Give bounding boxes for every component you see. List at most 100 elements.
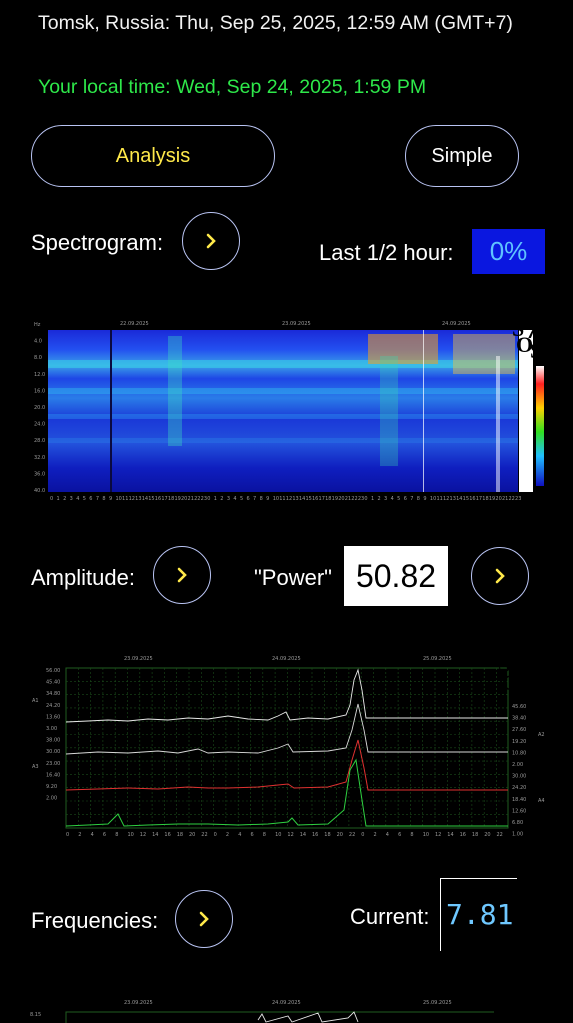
axis-tick-label: 8 bbox=[102, 496, 105, 502]
axis-tick-label: 10 bbox=[128, 832, 134, 838]
axis-tick-label: 14 bbox=[300, 832, 306, 838]
axis-tick-label: 0 bbox=[214, 832, 217, 838]
axis-tick-label: Hz bbox=[34, 322, 41, 328]
logo-number: 70 bbox=[516, 654, 538, 679]
amp-date-3: 25.09.2025 bbox=[423, 656, 452, 662]
axis-tick-label: 16 bbox=[312, 496, 318, 502]
last-half-hour-value: 0% bbox=[472, 229, 545, 274]
axis-tick-label: 12.0 bbox=[34, 372, 45, 378]
axis-tick-label: 8 bbox=[410, 832, 413, 838]
frequencies-chart: 23.09.2025 24.09.2025 25.09.2025 8.15 S … bbox=[28, 994, 548, 1023]
axis-tick-label: 1 bbox=[57, 496, 60, 502]
axis-tick-label: 17 bbox=[319, 496, 325, 502]
logo-o: O bbox=[502, 670, 519, 695]
axis-tick-label: 2.00 bbox=[46, 796, 57, 802]
analysis-button[interactable]: Analysis bbox=[31, 125, 275, 187]
frequencies-expand-button[interactable] bbox=[175, 890, 233, 948]
axis-tick-label: 28.0 bbox=[34, 438, 45, 444]
axis-tick-label: 12 bbox=[140, 832, 146, 838]
axis-tick-label: 2 bbox=[378, 496, 381, 502]
axis-tick-label: 15 bbox=[305, 496, 311, 502]
axis-tick-label: 16.0 bbox=[34, 388, 45, 394]
power-value: 50.82 bbox=[344, 546, 448, 606]
axis-tick-label: 8 bbox=[263, 832, 266, 838]
axis-tick-label: 5 bbox=[83, 496, 86, 502]
axis-tick-label: 10 bbox=[275, 832, 281, 838]
axis-tick-label: 1.00 bbox=[512, 832, 523, 838]
spec-date-3: 24.09.2025 bbox=[442, 321, 471, 327]
axis-tick-label: 12 bbox=[287, 832, 293, 838]
axis-tick-label: 20 bbox=[484, 832, 490, 838]
axis-tick-label: 0 bbox=[207, 496, 210, 502]
chevron-right-icon bbox=[495, 568, 505, 584]
axis-tick-label: 2.00 bbox=[512, 762, 523, 768]
axis-tick-label: 7 bbox=[253, 496, 256, 502]
axis-tick-label: 9 bbox=[266, 496, 269, 502]
freq-first-tick: 8.15 bbox=[30, 1012, 41, 1018]
axis-tick-label: 2 bbox=[220, 496, 223, 502]
axis-tick-label: 19 bbox=[489, 496, 495, 502]
axis-tick-label: 36.0 bbox=[34, 471, 45, 477]
axis-tick-label: 9 bbox=[423, 496, 426, 502]
axis-tick-label: 16 bbox=[469, 496, 475, 502]
axis-tick-label: 18 bbox=[325, 496, 331, 502]
axis-tick-label: 7 bbox=[410, 496, 413, 502]
axis-tick-label: 18 bbox=[482, 496, 488, 502]
axis-tick-label: 19 bbox=[174, 496, 180, 502]
axis-tick-label: 56.00 bbox=[46, 668, 60, 674]
axis-tick-label: 6 bbox=[103, 832, 106, 838]
axis-tick-label: 22 bbox=[194, 496, 200, 502]
axis-tick-label: 3 bbox=[227, 496, 230, 502]
axis-tick-label: 3.00 bbox=[46, 726, 57, 732]
frequencies-label: Frequencies: bbox=[31, 908, 159, 933]
axis-tick-label: 27.60 bbox=[512, 727, 526, 733]
axis-tick-label: 9 bbox=[109, 496, 112, 502]
axis-tick-label: 10 bbox=[116, 496, 122, 502]
axis-tick-label: 12 bbox=[286, 496, 292, 502]
axis-tick-label: 16.40 bbox=[46, 772, 60, 778]
freq-date-1: 23.09.2025 bbox=[124, 1000, 153, 1006]
axis-tick-label: 45.40 bbox=[46, 680, 60, 686]
axis-tick-label: 7 bbox=[96, 496, 99, 502]
axis-tick-label: 0 bbox=[361, 832, 364, 838]
axis-tick-label: 18 bbox=[324, 832, 330, 838]
amplitude-expand-button[interactable] bbox=[153, 546, 211, 604]
freq-date-2: 24.09.2025 bbox=[272, 1000, 301, 1006]
axis-tick-label: 21 bbox=[188, 496, 194, 502]
axis-tick-label: 14 bbox=[447, 832, 453, 838]
axis-tick-label: 22 bbox=[201, 832, 207, 838]
axis-tick-label: 14 bbox=[299, 496, 305, 502]
axis-tick-label: 14 bbox=[152, 832, 158, 838]
logo-s-bottom: S bbox=[530, 338, 542, 363]
current-label: Current: bbox=[350, 904, 430, 929]
axis-tick-label: 23.00 bbox=[46, 761, 60, 767]
axis-tick-label: 21 bbox=[345, 496, 351, 502]
axis-tick-label: 24.0 bbox=[34, 422, 45, 428]
amp-channel-a3: A3 bbox=[32, 764, 39, 770]
spectrogram-svg: 22.09.2025 23.09.2025 24.09.2025 Hz 4.0 8.… bbox=[34, 316, 548, 502]
axis-tick-label: 23 bbox=[515, 496, 521, 502]
frequencies-svg: 23.09.2025 24.09.2025 25.09.2025 8.15 S … bbox=[30, 996, 542, 1023]
axis-tick-label: 18 bbox=[177, 832, 183, 838]
power-expand-button[interactable] bbox=[471, 547, 529, 605]
axis-tick-label: 20.0 bbox=[34, 405, 45, 411]
axis-tick-label: 22 bbox=[349, 832, 355, 838]
axis-tick-label: 2 bbox=[374, 832, 377, 838]
axis-tick-label: 10.80 bbox=[512, 750, 526, 756]
axis-tick-label: 8 bbox=[115, 832, 118, 838]
axis-tick-label: 0 bbox=[364, 496, 367, 502]
axis-tick-label: 30.00 bbox=[46, 749, 60, 755]
freq-series bbox=[257, 1011, 359, 1023]
axis-tick-label: 24.20 bbox=[512, 785, 526, 791]
axis-tick-label: 18 bbox=[168, 496, 174, 502]
axis-tick-label: 16 bbox=[312, 832, 318, 838]
spectrogram-label: Spectrogram: bbox=[31, 230, 164, 255]
axis-tick-label: 19.20 bbox=[512, 739, 526, 745]
spectrogram-expand-button[interactable] bbox=[182, 212, 240, 270]
axis-tick-label: 20 bbox=[495, 496, 501, 502]
spectrogram-chart: 22.09.2025 23.09.2025 24.09.2025 Hz 4.0 8.… bbox=[28, 316, 548, 504]
simple-button[interactable]: Simple bbox=[405, 125, 519, 187]
chevron-right-icon bbox=[177, 567, 187, 583]
axis-tick-label: 4.0 bbox=[34, 339, 42, 345]
axis-tick-label: 5 bbox=[397, 496, 400, 502]
